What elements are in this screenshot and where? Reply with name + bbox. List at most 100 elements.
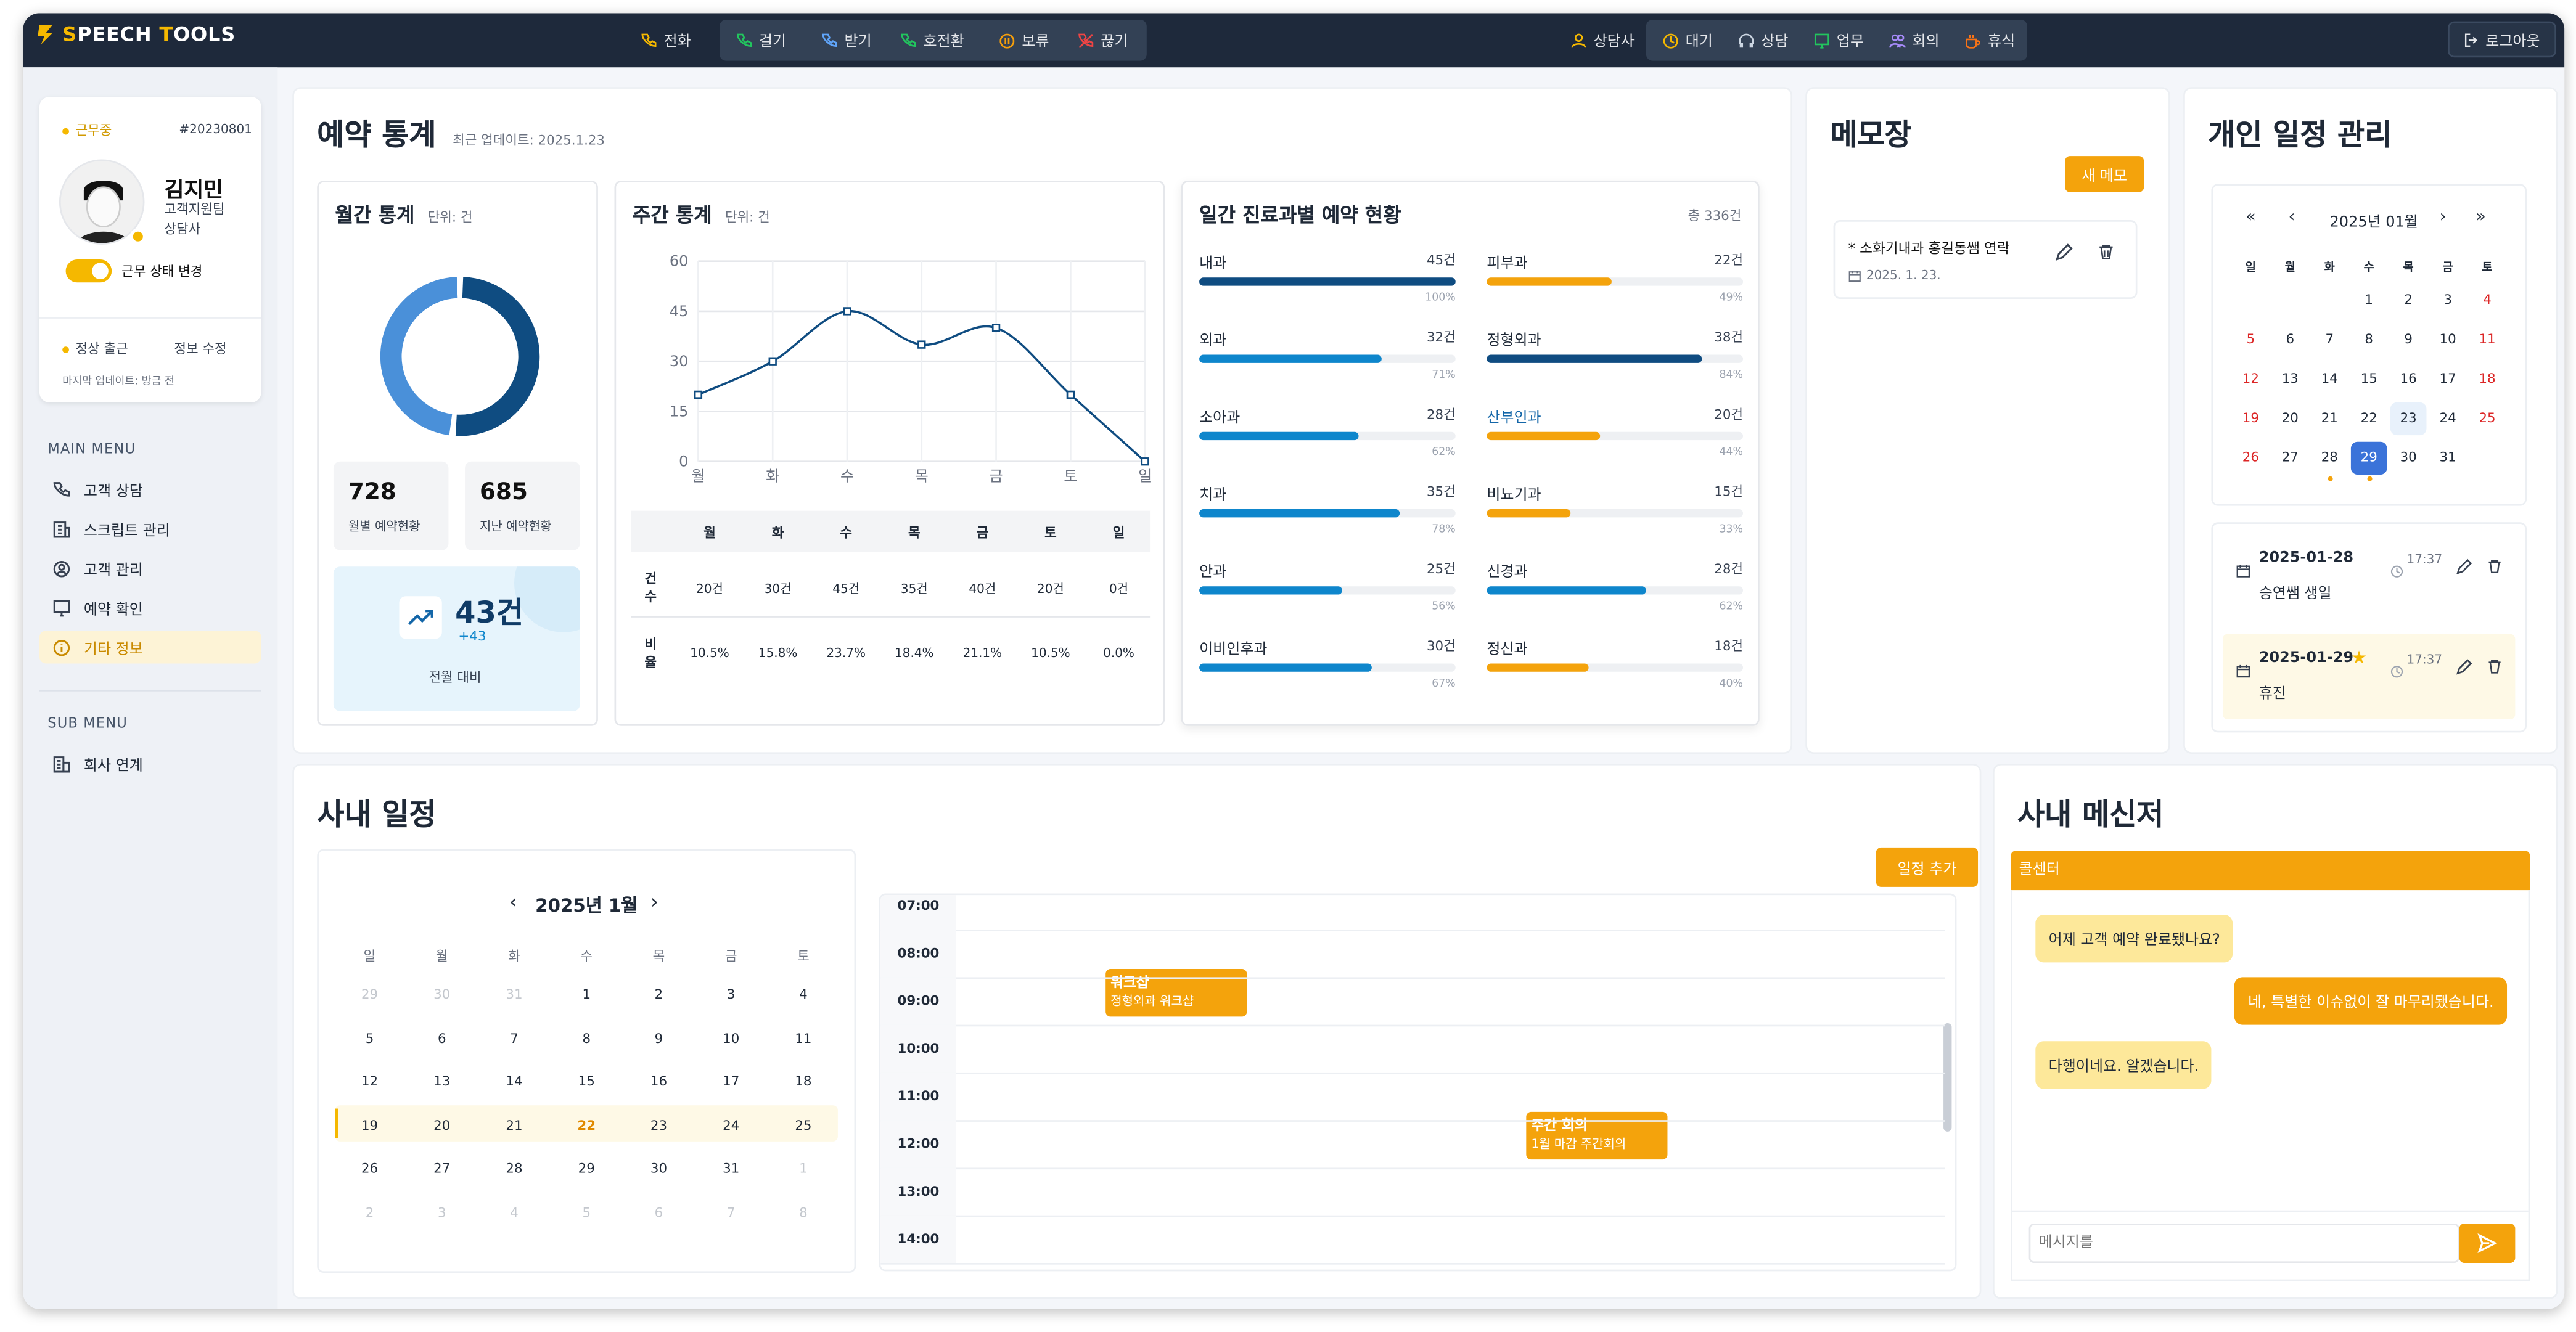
trash-icon[interactable] bbox=[2487, 650, 2504, 674]
calendar-day[interactable]: 1 bbox=[784, 1156, 823, 1183]
calendar-day[interactable]: 30 bbox=[639, 1156, 678, 1183]
calendar-day[interactable]: 20 bbox=[422, 1113, 462, 1139]
calendar-day[interactable]: 3 bbox=[712, 982, 751, 1008]
calendar-day[interactable]: 24 bbox=[712, 1113, 751, 1139]
calendar-day[interactable]: 4 bbox=[494, 1199, 534, 1226]
new-memo-button[interactable]: 새 메모 bbox=[2065, 156, 2144, 192]
calendar-day[interactable]: 17 bbox=[2430, 363, 2466, 396]
menu-item-reservation[interactable]: 예약 확인 bbox=[39, 591, 261, 624]
calendar-day[interactable]: 10 bbox=[712, 1026, 751, 1052]
calendar-day[interactable]: 14 bbox=[2311, 363, 2348, 396]
calendar-day[interactable]: 18 bbox=[2469, 363, 2506, 396]
calendar-day[interactable]: 5 bbox=[2233, 324, 2269, 356]
wait-button[interactable]: 대기 bbox=[1652, 23, 1722, 57]
edit-icon[interactable] bbox=[2055, 243, 2073, 261]
calendar-day[interactable]: 25 bbox=[784, 1113, 823, 1139]
calendar-day[interactable]: 3 bbox=[2430, 284, 2466, 317]
calendar-day[interactable]: 5 bbox=[567, 1199, 606, 1226]
calendar-day[interactable]: 7 bbox=[494, 1026, 534, 1052]
calendar-day[interactable]: 7 bbox=[712, 1199, 751, 1226]
menu-item-customer[interactable]: 고객 관리 bbox=[39, 552, 261, 584]
calendar-day[interactable]: 2 bbox=[639, 982, 678, 1008]
calendar-day[interactable]: 11 bbox=[2469, 324, 2506, 356]
company-next-month-button[interactable]: › bbox=[650, 890, 658, 913]
calendar-day[interactable]: 23 bbox=[639, 1113, 678, 1139]
personal-event-item[interactable]: 2025-01-28 17:37 승연쌤 생일 bbox=[2223, 534, 2515, 619]
break-button[interactable]: 휴식 bbox=[1955, 23, 2025, 57]
add-schedule-button[interactable]: 일정 추가 bbox=[1876, 847, 1979, 887]
message-input[interactable] bbox=[2028, 1224, 2459, 1264]
calendar-day[interactable]: 31 bbox=[712, 1156, 751, 1183]
calendar-day[interactable]: 6 bbox=[422, 1026, 462, 1052]
event-weekly-meeting[interactable]: 주간 회의 1월 마감 주간회의 bbox=[1526, 1111, 1668, 1160]
calendar-day[interactable]: 8 bbox=[567, 1026, 606, 1052]
memo-item[interactable]: * 소화기내과 홍길동쌤 연락 2025. 1. 23. bbox=[1833, 220, 2138, 299]
personal-event-item[interactable]: 2025-01-29 ★ 17:37 휴진 bbox=[2223, 634, 2516, 720]
trash-icon[interactable] bbox=[2098, 243, 2115, 261]
calendar-day[interactable]: 15 bbox=[2351, 363, 2387, 396]
calendar-day[interactable]: 30 bbox=[2390, 442, 2427, 475]
calendar-day[interactable]: 13 bbox=[2272, 363, 2308, 396]
status-toggle[interactable] bbox=[65, 259, 112, 283]
calendar-day[interactable]: 8 bbox=[2351, 324, 2387, 356]
calendar-day[interactable]: 12 bbox=[350, 1069, 390, 1096]
answer-button[interactable]: 받기 bbox=[811, 23, 881, 57]
calendar-day[interactable]: 24 bbox=[2430, 402, 2466, 435]
calendar-day[interactable]: 19 bbox=[2233, 402, 2269, 435]
edit-icon[interactable] bbox=[2456, 650, 2472, 675]
timeline-scrollbar[interactable] bbox=[1943, 1023, 1952, 1132]
calendar-day[interactable]: 28 bbox=[494, 1156, 534, 1183]
agent-status[interactable]: 상담사 bbox=[1561, 23, 1644, 57]
calendar-day[interactable]: 6 bbox=[2272, 324, 2308, 356]
calendar-day[interactable]: 10 bbox=[2430, 324, 2466, 356]
calendar-day[interactable]: 2 bbox=[2390, 284, 2427, 317]
calendar-day[interactable]: 25 bbox=[2469, 402, 2506, 435]
calendar-day[interactable]: 1 bbox=[2351, 284, 2387, 317]
calendar-day[interactable]: 20 bbox=[2272, 402, 2308, 435]
calendar-day[interactable]: 31 bbox=[494, 982, 534, 1008]
consult-button[interactable]: 상담 bbox=[1728, 23, 1798, 57]
calendar-day[interactable]: 12 bbox=[2233, 363, 2269, 396]
hold-button[interactable]: 보류 bbox=[989, 23, 1059, 57]
calendar-day[interactable]: 4 bbox=[2469, 284, 2506, 317]
menu-item-consult[interactable]: 고객 상담 bbox=[39, 473, 261, 505]
calendar-day[interactable]: 30 bbox=[422, 982, 462, 1008]
calendar-day[interactable]: 26 bbox=[2233, 442, 2269, 475]
calendar-day[interactable]: 16 bbox=[639, 1069, 678, 1096]
calendar-day[interactable]: 29 bbox=[350, 982, 390, 1008]
menu-item-script[interactable]: 스크립트 관리 bbox=[39, 512, 261, 545]
calendar-day[interactable]: 9 bbox=[2390, 324, 2427, 356]
calendar-day[interactable]: 22 bbox=[2351, 402, 2387, 435]
calendar-day[interactable]: 6 bbox=[639, 1199, 678, 1226]
calendar-day[interactable]: 1 bbox=[567, 982, 606, 1008]
calendar-day[interactable]: 18 bbox=[784, 1069, 823, 1096]
app-logo[interactable]: SPEECH TOOLS bbox=[36, 23, 236, 46]
next-year-button[interactable]: » bbox=[2476, 208, 2485, 226]
calendar-day[interactable]: 15 bbox=[567, 1069, 606, 1096]
prev-year-button[interactable]: « bbox=[2246, 208, 2255, 226]
calendar-day[interactable]: 8 bbox=[784, 1199, 823, 1226]
calendar-day[interactable]: 16 bbox=[2390, 363, 2427, 396]
calendar-day[interactable]: 21 bbox=[2311, 402, 2348, 435]
calendar-day[interactable]: 11 bbox=[784, 1026, 823, 1052]
calendar-day[interactable]: 4 bbox=[784, 982, 823, 1008]
hangup-button[interactable]: 끊기 bbox=[1068, 23, 1138, 57]
dial-button[interactable]: 걸기 bbox=[726, 23, 796, 57]
calendar-day[interactable]: 22 bbox=[567, 1113, 606, 1139]
calendar-day[interactable]: 3 bbox=[422, 1199, 462, 1226]
calendar-day[interactable]: 19 bbox=[350, 1113, 390, 1139]
prev-month-button[interactable]: ‹ bbox=[2289, 208, 2295, 226]
calendar-day[interactable]: 9 bbox=[639, 1026, 678, 1052]
calendar-day[interactable]: 29 bbox=[567, 1156, 606, 1183]
calendar-day[interactable]: 17 bbox=[712, 1069, 751, 1096]
calendar-day[interactable]: 13 bbox=[422, 1069, 462, 1096]
trash-icon[interactable] bbox=[2487, 550, 2504, 574]
transfer-button[interactable]: 호전환 bbox=[890, 23, 974, 57]
edit-info-link[interactable]: 정보 수정 bbox=[174, 340, 226, 358]
calendar-day[interactable]: 28 bbox=[2311, 442, 2348, 475]
company-prev-month-button[interactable]: ‹ bbox=[509, 890, 517, 913]
calendar-day[interactable]: 2 bbox=[350, 1199, 390, 1226]
menu-item-company-link[interactable]: 회사 연계 bbox=[39, 747, 261, 780]
next-month-button[interactable]: › bbox=[2440, 208, 2447, 226]
calendar-day[interactable]: 26 bbox=[350, 1156, 390, 1183]
